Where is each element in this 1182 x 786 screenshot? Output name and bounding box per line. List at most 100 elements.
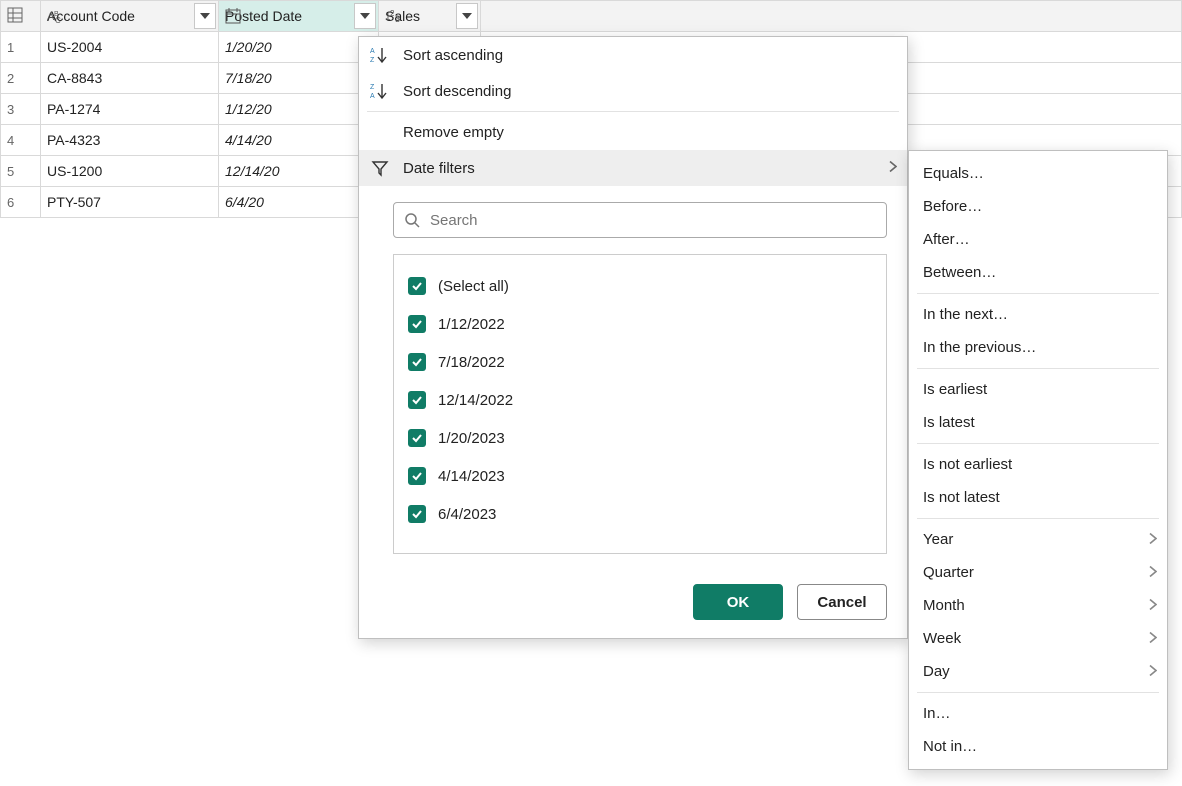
row-number[interactable]: 6 xyxy=(1,187,41,218)
svg-text:C: C xyxy=(55,16,61,24)
column-header-account[interactable]: ABC Account Code xyxy=(41,1,219,32)
date-filter-equals[interactable]: Equals… xyxy=(909,157,1167,190)
sort-descending-item[interactable]: ZA Sort descending xyxy=(359,73,907,109)
date-filter-is-latest[interactable]: Is latest xyxy=(909,406,1167,439)
cell-date[interactable]: 1/12/20 xyxy=(219,94,379,125)
column-filter-button[interactable] xyxy=(194,3,216,29)
filter-value-label: 4/14/2023 xyxy=(438,468,505,485)
ok-button[interactable]: OK xyxy=(693,584,783,620)
date-filter-in[interactable]: In… xyxy=(909,697,1167,730)
chevron-right-icon xyxy=(1149,663,1157,680)
row-number[interactable]: 2 xyxy=(1,63,41,94)
svg-text:Z: Z xyxy=(370,84,375,91)
cell-account[interactable]: US-1200 xyxy=(41,156,219,187)
chevron-right-icon xyxy=(1149,630,1157,647)
date-filter-day[interactable]: Day xyxy=(909,655,1167,688)
date-filter-quarter[interactable]: Quarter xyxy=(909,556,1167,589)
chevron-right-icon xyxy=(1149,564,1157,581)
sort-asc-icon: AZ xyxy=(369,45,391,65)
filter-check-item[interactable]: 7/18/2022 xyxy=(408,343,872,381)
filter-check-item[interactable]: 1/20/2023 xyxy=(408,419,872,457)
filter-icon xyxy=(369,158,391,178)
menu-separator xyxy=(917,443,1159,444)
date-filter-after[interactable]: After… xyxy=(909,223,1167,256)
date-filter-year[interactable]: Year xyxy=(909,523,1167,556)
date-filter-between[interactable]: Between… xyxy=(909,256,1167,289)
checkbox-checked-icon xyxy=(408,277,426,295)
cell-date[interactable]: 12/14/20 xyxy=(219,156,379,187)
date-filter-week[interactable]: Week xyxy=(909,622,1167,655)
filter-check-item[interactable]: 12/14/2022 xyxy=(408,381,872,419)
checkbox-checked-icon xyxy=(408,467,426,485)
cell-account[interactable]: PA-4323 xyxy=(41,125,219,156)
filter-value-label: 1/12/2022 xyxy=(438,316,505,333)
date-filter-before[interactable]: Before… xyxy=(909,190,1167,223)
chevron-right-icon xyxy=(1149,597,1157,614)
filter-check-item[interactable]: 6/4/2023 xyxy=(408,495,872,533)
cell-account[interactable]: US-2004 xyxy=(41,32,219,63)
filter-value-label: 7/18/2022 xyxy=(438,354,505,371)
date-filter-not-in[interactable]: Not in… xyxy=(909,730,1167,763)
cell-date[interactable]: 7/18/20 xyxy=(219,63,379,94)
date-filter-is-not-latest[interactable]: Is not latest xyxy=(909,481,1167,514)
menu-separator xyxy=(367,111,899,112)
menu-label: Date filters xyxy=(403,160,475,177)
filter-check-item[interactable]: 4/14/2023 xyxy=(408,457,872,495)
table-icon xyxy=(7,7,23,23)
cell-date[interactable]: 4/14/20 xyxy=(219,125,379,156)
date-filter-is-earliest[interactable]: Is earliest xyxy=(909,373,1167,406)
column-filter-panel: AZ Sort ascending ZA Sort descending Rem… xyxy=(358,36,908,639)
svg-text:A: A xyxy=(370,93,375,100)
date-filter-in-next[interactable]: In the next… xyxy=(909,298,1167,331)
filter-values-list: (Select all) 1/12/2022 7/18/2022 12/14/2… xyxy=(393,254,887,554)
chevron-right-icon xyxy=(889,160,897,177)
column-filter-button[interactable] xyxy=(456,3,478,29)
filter-value-label: 1/20/2023 xyxy=(438,430,505,447)
date-type-icon xyxy=(225,8,243,24)
row-number[interactable]: 1 xyxy=(1,32,41,63)
remove-empty-item[interactable]: Remove empty xyxy=(359,114,907,150)
menu-separator xyxy=(917,518,1159,519)
filter-value-label: 12/14/2022 xyxy=(438,392,513,409)
menu-label: Sort ascending xyxy=(403,47,503,64)
column-header-empty xyxy=(481,1,1182,32)
cell-date[interactable]: 1/20/20 xyxy=(219,32,379,63)
checkbox-checked-icon xyxy=(408,429,426,447)
date-filter-in-previous[interactable]: In the previous… xyxy=(909,331,1167,364)
menu-separator xyxy=(917,368,1159,369)
checkbox-checked-icon xyxy=(408,353,426,371)
checkbox-checked-icon xyxy=(408,315,426,333)
cancel-button[interactable]: Cancel xyxy=(797,584,887,620)
svg-text:Z: Z xyxy=(370,57,375,64)
menu-separator xyxy=(917,293,1159,294)
column-filter-button[interactable] xyxy=(354,3,376,29)
chevron-down-icon xyxy=(200,13,210,19)
filter-value-label: (Select all) xyxy=(438,278,509,295)
date-filter-month[interactable]: Month xyxy=(909,589,1167,622)
cell-account[interactable]: PTY-507 xyxy=(41,187,219,218)
date-filter-is-not-earliest[interactable]: Is not earliest xyxy=(909,448,1167,481)
number-type-icon: 123 xyxy=(385,8,403,24)
sort-desc-icon: ZA xyxy=(369,81,391,101)
svg-text:3: 3 xyxy=(395,14,400,24)
column-header-sales[interactable]: 123 Sales xyxy=(379,1,481,32)
filter-search-box[interactable] xyxy=(393,202,887,238)
cell-account[interactable]: PA-1274 xyxy=(41,94,219,125)
row-number[interactable]: 3 xyxy=(1,94,41,125)
filter-value-label: 6/4/2023 xyxy=(438,506,496,523)
column-header-posted[interactable]: Posted Date xyxy=(219,1,379,32)
search-input[interactable] xyxy=(428,211,876,230)
row-number[interactable]: 5 xyxy=(1,156,41,187)
cell-account[interactable]: CA-8843 xyxy=(41,63,219,94)
date-filters-item[interactable]: Date filters xyxy=(359,150,907,186)
menu-label: Sort descending xyxy=(403,83,511,100)
sort-ascending-item[interactable]: AZ Sort ascending xyxy=(359,37,907,73)
row-number[interactable]: 4 xyxy=(1,125,41,156)
chevron-down-icon xyxy=(360,13,370,19)
search-icon xyxy=(404,212,420,228)
filter-check-select-all[interactable]: (Select all) xyxy=(408,267,872,305)
filter-check-item[interactable]: 1/12/2022 xyxy=(408,305,872,343)
cell-date[interactable]: 6/4/20 xyxy=(219,187,379,218)
menu-separator xyxy=(917,692,1159,693)
select-all-corner[interactable] xyxy=(1,1,41,32)
